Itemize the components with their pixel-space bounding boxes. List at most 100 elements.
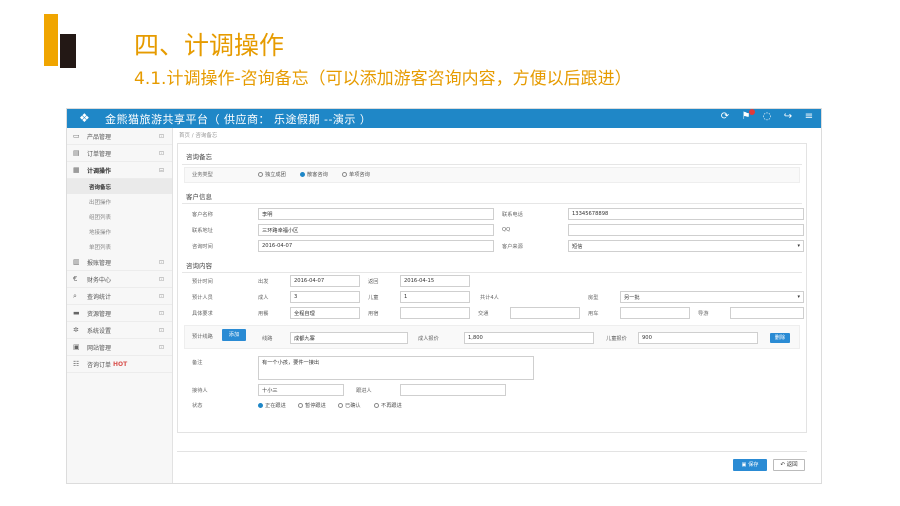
app-topbar: ❖ 金熊猫旅游共享平台（ 供应商： 乐途假期 --演示 ） ⟳ ⚑ ◌ ↪ ≡	[67, 109, 821, 128]
chevron-icon: ⊡	[158, 258, 164, 266]
save-button[interactable]: ▣ 保存	[733, 459, 767, 471]
phone-input[interactable]: 13345678898	[568, 208, 804, 220]
back-button[interactable]: ↶ 返回	[773, 459, 805, 471]
sidebar-item-reports[interactable]: ▥ 报账管理 ⊡	[67, 254, 172, 271]
meal-input[interactable]: 全程自理	[290, 307, 360, 319]
sidebar-subitem-group-list[interactable]: 组团列表	[67, 209, 172, 224]
refresh-icon[interactable]: ⟳	[719, 111, 731, 122]
transport-input[interactable]	[510, 307, 580, 319]
hotel-label: 用宿	[368, 311, 379, 317]
radio-independent[interactable]: 独立成团	[258, 171, 286, 178]
sidebar-item-resources[interactable]: ▬ 资源管理 ⊡	[67, 305, 172, 322]
dropdown-caret-icon: ▾	[797, 294, 800, 300]
radio-status-confirmed[interactable]: 已确认	[338, 402, 361, 409]
sidebar-item-label: 订单管理	[87, 150, 112, 158]
consult-time-label: 咨询时间	[192, 244, 213, 250]
route-name-input[interactable]: 成都九寨	[290, 332, 408, 344]
sidebar-item-orders[interactable]: ▤ 订单管理 ⊡	[67, 145, 172, 162]
radio-label: 独立成团	[265, 172, 286, 178]
sidebar-item-label: 系统设置	[87, 327, 112, 335]
note-textarea[interactable]: 有一个小孩，要件一接出	[258, 356, 534, 380]
sidebar-item-label: 资源管理	[87, 310, 112, 318]
route-name-label: 线路	[262, 336, 273, 342]
adult-count-input[interactable]: 3	[290, 291, 360, 303]
follow-input[interactable]	[400, 384, 506, 396]
radio-circle	[298, 403, 303, 408]
slide-decoration-gold-bar	[44, 14, 58, 66]
radio-status-following[interactable]: 正在跟进	[258, 402, 286, 409]
logout-icon[interactable]: ↪	[782, 111, 794, 122]
plan-time-label: 预计时间	[192, 279, 213, 285]
room-value: 另一批	[624, 295, 640, 301]
chevron-icon: ⊡	[158, 309, 164, 317]
radio-fit-consult[interactable]: 散客咨询	[300, 171, 328, 178]
handler-input[interactable]: 十小三	[258, 384, 344, 396]
sidebar-subitem-consult-memo[interactable]: 咨询备忘	[67, 179, 172, 194]
sidebar-item-label: 报账管理	[87, 259, 112, 267]
dropdown-caret-icon: ▾	[797, 243, 800, 249]
logo-icon: ❖	[79, 111, 90, 125]
car-input[interactable]	[620, 307, 690, 319]
radio-single-consult[interactable]: 单项咨询	[342, 171, 370, 178]
child-price-label: 儿童报价	[606, 336, 627, 342]
qq-input[interactable]	[568, 224, 804, 236]
sidebar-item-label: 网站管理	[87, 344, 112, 352]
radio-circle	[258, 172, 263, 177]
chevron-icon: ⊡	[158, 343, 164, 351]
sidebar-item-stats[interactable]: ⌕ 查询统计 ⊡	[67, 288, 172, 305]
radio-label: 不再跟进	[381, 403, 402, 409]
handler-label: 接待人	[192, 388, 208, 394]
customer-name-input[interactable]: 李明	[258, 208, 494, 220]
sidebar-item-dispatch[interactable]: ▦ 计调操作 ⊟	[67, 162, 172, 179]
save-button-label: 保存	[748, 462, 759, 468]
business-type-label: 业务类型	[192, 172, 213, 178]
requirements-label: 具体要求	[192, 311, 213, 317]
radio-status-stopped[interactable]: 不再跟进	[374, 402, 402, 409]
sidebar-item-products[interactable]: ▭ 产品管理 ⊡	[67, 128, 172, 145]
status-label: 状态	[192, 403, 203, 409]
chat-icon[interactable]: ◌	[761, 111, 773, 122]
people-label: 预计人员	[192, 295, 213, 301]
guide-input[interactable]	[730, 307, 804, 319]
chevron-icon: ⊡	[158, 326, 164, 334]
room-select[interactable]: 另一批 ▾	[620, 291, 804, 303]
radio-label: 单项咨询	[349, 172, 370, 178]
hot-badge: HOT	[113, 360, 128, 368]
order-icon: ▤	[73, 149, 80, 157]
radio-label: 已确认	[345, 403, 361, 409]
finance-icon: €	[73, 275, 78, 283]
adult-price-input[interactable]: 1,800	[464, 332, 594, 344]
notification-icon[interactable]: ⚑	[740, 109, 755, 122]
section-title-customer: 客户信息	[186, 193, 212, 201]
sidebar-subitem-group-op[interactable]: 出团操作	[67, 194, 172, 209]
menu-icon[interactable]: ≡	[803, 111, 815, 122]
hotel-input[interactable]	[400, 307, 470, 319]
child-price-input[interactable]: 900	[638, 332, 758, 344]
depart-date-input[interactable]: 2016-04-07	[290, 275, 360, 287]
sidebar: ▭ 产品管理 ⊡ ▤ 订单管理 ⊡ ▦ 计调操作 ⊟ 咨询备忘 出团操作 组团列…	[67, 128, 173, 483]
notification-dot	[749, 109, 755, 115]
resource-icon: ▬	[73, 309, 80, 317]
radio-label: 暂停跟进	[305, 403, 326, 409]
sidebar-item-settings[interactable]: ✲ 系统设置 ⊡	[67, 322, 172, 339]
sidebar-subitem-single-list[interactable]: 单团列表	[67, 239, 172, 254]
chevron-icon: ⊡	[158, 275, 164, 283]
chevron-icon: ⊡	[158, 292, 164, 300]
source-value: 短信	[572, 244, 583, 250]
sidebar-item-finance[interactable]: € 财务中心 ⊡	[67, 271, 172, 288]
delete-route-button[interactable]: 删除	[770, 333, 790, 343]
add-route-button[interactable]: 添加	[222, 329, 246, 341]
return-date-input[interactable]: 2016-04-15	[400, 275, 470, 287]
sidebar-item-consult-orders[interactable]: ☷ 咨询订单 HOT	[67, 356, 172, 373]
sidebar-subitem-local-op[interactable]: 地接操作	[67, 224, 172, 239]
radio-status-paused[interactable]: 暂停跟进	[298, 402, 326, 409]
child-count-input[interactable]: 1	[400, 291, 470, 303]
address-input[interactable]: 三环路幸福小区	[258, 224, 494, 236]
app-screenshot: ❖ 金熊猫旅游共享平台（ 供应商： 乐途假期 --演示 ） ⟳ ⚑ ◌ ↪ ≡ …	[66, 108, 822, 484]
source-select[interactable]: 短信 ▾	[568, 240, 804, 252]
breadcrumb: 首页 / 咨询备忘	[179, 133, 218, 139]
consult-time-input[interactable]: 2016-04-07	[258, 240, 494, 252]
sidebar-item-website[interactable]: ▣ 网站管理 ⊡	[67, 339, 172, 356]
customer-name-label: 客户名称	[192, 212, 213, 218]
slide-subtitle: 4.1.计调操作-咨询备忘（可以添加游客咨询内容，方便以后跟进）	[134, 69, 632, 89]
